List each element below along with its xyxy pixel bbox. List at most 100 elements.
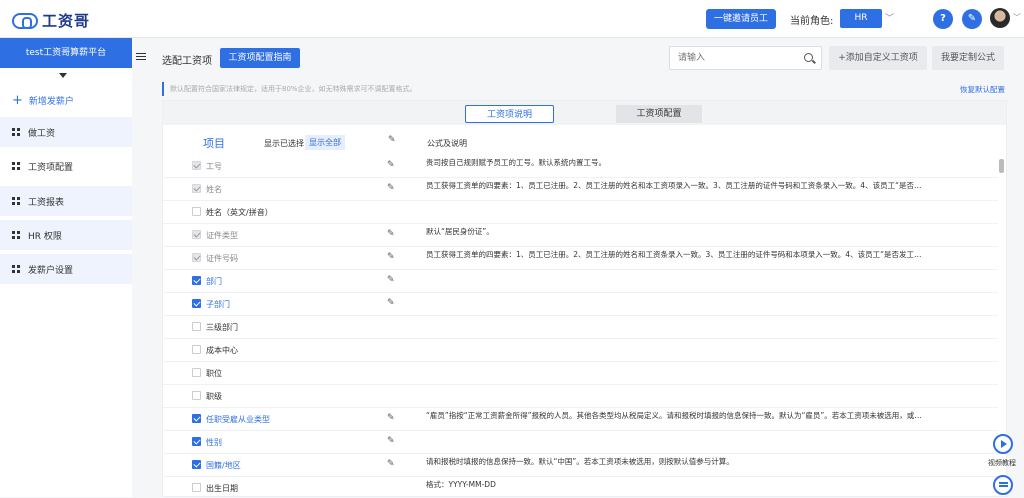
row-checkbox[interactable] <box>192 368 201 377</box>
row-checkbox[interactable] <box>192 276 201 285</box>
avatar[interactable] <box>990 8 1010 28</box>
table-row: 任职受雇从业类型 ✎ “雇员”指按“正常工资薪金所得”报税的人员。其他各类型均从… <box>163 408 998 431</box>
row-checkbox[interactable] <box>192 207 201 216</box>
edit-icon[interactable]: ✎ <box>387 413 395 423</box>
row-description: 请和报税时填报的信息保持一致。默认“中国”。若本工资项未被选用，则按默认值参与计… <box>426 457 734 466</box>
add-custom-item-button[interactable]: +添加自定义工资项 <box>829 46 927 70</box>
brand-name: 工资哥 <box>42 12 91 30</box>
restore-default-link[interactable]: 恢复默认配置 <box>960 84 1005 95</box>
sidebar-item-payroll[interactable]: 做工资 <box>0 117 132 147</box>
custom-formula-button[interactable]: 我要定制公式 <box>932 46 1004 70</box>
row-item-name: 工号 <box>206 162 222 171</box>
grid-icon <box>12 162 20 170</box>
row-checkbox[interactable] <box>192 414 201 423</box>
row-item-name: 职级 <box>206 392 222 401</box>
show-all-filter[interactable]: 显示全部 <box>305 135 345 150</box>
table-header: 项目 显示已选择 显示全部 ✎ 公式及说明 <box>163 129 1006 155</box>
row-item-name: 子部门 <box>206 300 230 309</box>
table-row: 职位 <box>163 362 998 385</box>
edit-icon[interactable]: ✎ <box>387 183 395 193</box>
table-row: 职级 <box>163 385 998 408</box>
scrollbar[interactable] <box>999 159 1004 173</box>
tab-item-config[interactable]: 工资项配置 <box>616 105 702 123</box>
grid-icon <box>12 197 20 205</box>
row-checkbox <box>192 253 201 262</box>
row-description: “雇员”指按“正常工资薪金所得”报税的人员。其他各类型均从税局定义。请和报税时填… <box>426 411 926 420</box>
help-button[interactable]: ? <box>933 9 953 29</box>
row-item-name: 成本中心 <box>206 346 238 355</box>
table-row: 姓名 ✎ 员工获得工资单的四要素：1、员工已注册。2、员工注册的姓名和本工资项录… <box>163 178 998 201</box>
row-checkbox[interactable] <box>192 483 201 492</box>
edit-icon[interactable]: ✎ <box>387 275 395 285</box>
table-row: 国籍/地区 ✎ 请和报税时填报的信息保持一致。默认“中国”。若本工资项未被选用，… <box>163 454 998 477</box>
row-checkbox[interactable] <box>192 437 201 446</box>
row-item-name: 姓名 <box>206 185 222 194</box>
chevron-down-icon[interactable]: ﹀ <box>885 11 894 24</box>
edit-icon[interactable]: ✎ <box>387 160 395 170</box>
config-guide-button[interactable]: 工资项配置指南 <box>220 48 300 68</box>
column-item-header: 项目 <box>203 137 225 150</box>
row-description: 格式：YYYY-MM-DD <box>426 480 496 489</box>
sidebar: test工资哥算薪平台 + 新增发薪户 做工资 工资项配置 工资报表 HR 权限… <box>0 38 132 497</box>
edit-icon[interactable]: ✎ <box>387 252 395 262</box>
notice-text: 默认配置符合国家法律规定，适用于80%企业，如无特殊需求可不调配置格式。 <box>162 82 1002 96</box>
tab-item-description[interactable]: 工资项说明 <box>465 105 554 123</box>
search-icon[interactable] <box>804 53 813 62</box>
table-row: 成本中心 <box>163 339 998 362</box>
table-row: 部门 ✎ <box>163 270 998 293</box>
top-bar: 工资哥 一键邀请员工 当前角色: HR ﹀ ? ✎ ﹀ <box>0 0 1024 38</box>
row-item-name: 出生日期 <box>206 484 238 493</box>
sidebar-item-payroll-settings[interactable]: 发薪户设置 <box>0 254 132 284</box>
row-item-name: 证件号码 <box>206 254 238 263</box>
caret-down-icon[interactable] <box>59 73 67 78</box>
row-item-name: 任职受雇从业类型 <box>206 415 270 424</box>
logo[interactable]: 工资哥 <box>12 10 90 31</box>
video-tutorial-label[interactable]: 视频教程 <box>988 458 1016 468</box>
row-item-name: 国籍/地区 <box>206 461 241 470</box>
show-selected-filter[interactable]: 显示已选择 <box>264 138 304 149</box>
row-item-name: 证件类型 <box>206 231 238 240</box>
row-description: 员工获得工资单的四要素：1、员工已注册。2、员工注册的姓名和工资条录入一致。3、… <box>426 250 926 259</box>
grid-icon <box>12 265 20 273</box>
grid-icon <box>12 231 20 239</box>
chevron-down-icon[interactable]: ﹀ <box>1013 12 1021 23</box>
salary-items-panel: 工资项说明 工资项配置 项目 显示已选择 显示全部 ✎ 公式及说明 工号 ✎ 贵… <box>162 100 1007 497</box>
row-item-name: 性别 <box>206 438 222 447</box>
edit-icon[interactable]: ✎ <box>387 459 395 469</box>
collapse-menu-icon[interactable] <box>136 53 146 62</box>
table-row: 工号 ✎ 贵司按自己规则赋予员工的工号。默认系统内置工号。 <box>163 155 998 178</box>
row-item-name: 部门 <box>206 277 222 286</box>
chat-icon[interactable] <box>993 475 1013 495</box>
company-name[interactable]: test工资哥算薪平台 <box>0 38 132 68</box>
row-description: 员工获得工资单的四要素：1、员工已注册。2、员工注册的姓名和本工资项录入一致。3… <box>426 181 926 190</box>
row-checkbox[interactable] <box>192 299 201 308</box>
sidebar-item-label: HR 权限 <box>28 231 62 242</box>
edit-icon[interactable]: ✎ <box>387 229 395 239</box>
current-role-label: 当前角色: <box>790 16 834 27</box>
tool-icon[interactable]: ✎ <box>962 9 982 29</box>
table-row: 子部门 ✎ <box>163 293 998 316</box>
sidebar-item-salary-report[interactable]: 工资报表 <box>0 186 132 216</box>
table-row: 证件类型 ✎ 默认“居民身份证”。 <box>163 224 998 247</box>
search-input[interactable] <box>678 47 798 69</box>
row-checkbox <box>192 161 201 170</box>
add-payroll-account-button[interactable]: + 新增发薪户 <box>12 93 74 108</box>
edit-icon[interactable]: ✎ <box>388 135 396 145</box>
row-checkbox[interactable] <box>192 460 201 469</box>
row-item-name: 职位 <box>206 369 222 378</box>
row-checkbox[interactable] <box>192 345 201 354</box>
sidebar-item-salary-config[interactable]: 工资项配置 <box>0 151 132 181</box>
video-tutorial-icon[interactable] <box>993 434 1013 454</box>
invite-employee-button[interactable]: 一键邀请员工 <box>706 9 776 29</box>
table-row: 三级部门 <box>163 316 998 339</box>
edit-icon[interactable]: ✎ <box>387 436 395 446</box>
table-row: 证件号码 ✎ 员工获得工资单的四要素：1、员工已注册。2、员工注册的姓名和工资条… <box>163 247 998 270</box>
role-select[interactable]: HR <box>840 9 882 28</box>
sidebar-item-label: 发薪户设置 <box>28 265 74 276</box>
sidebar-item-label: 工资报表 <box>28 197 65 208</box>
row-checkbox[interactable] <box>192 322 201 331</box>
table-row: 出生日期 格式：YYYY-MM-DD <box>163 477 998 498</box>
sidebar-item-hr-permission[interactable]: HR 权限 <box>0 220 132 250</box>
edit-icon[interactable]: ✎ <box>387 298 395 308</box>
row-checkbox[interactable] <box>192 391 201 400</box>
